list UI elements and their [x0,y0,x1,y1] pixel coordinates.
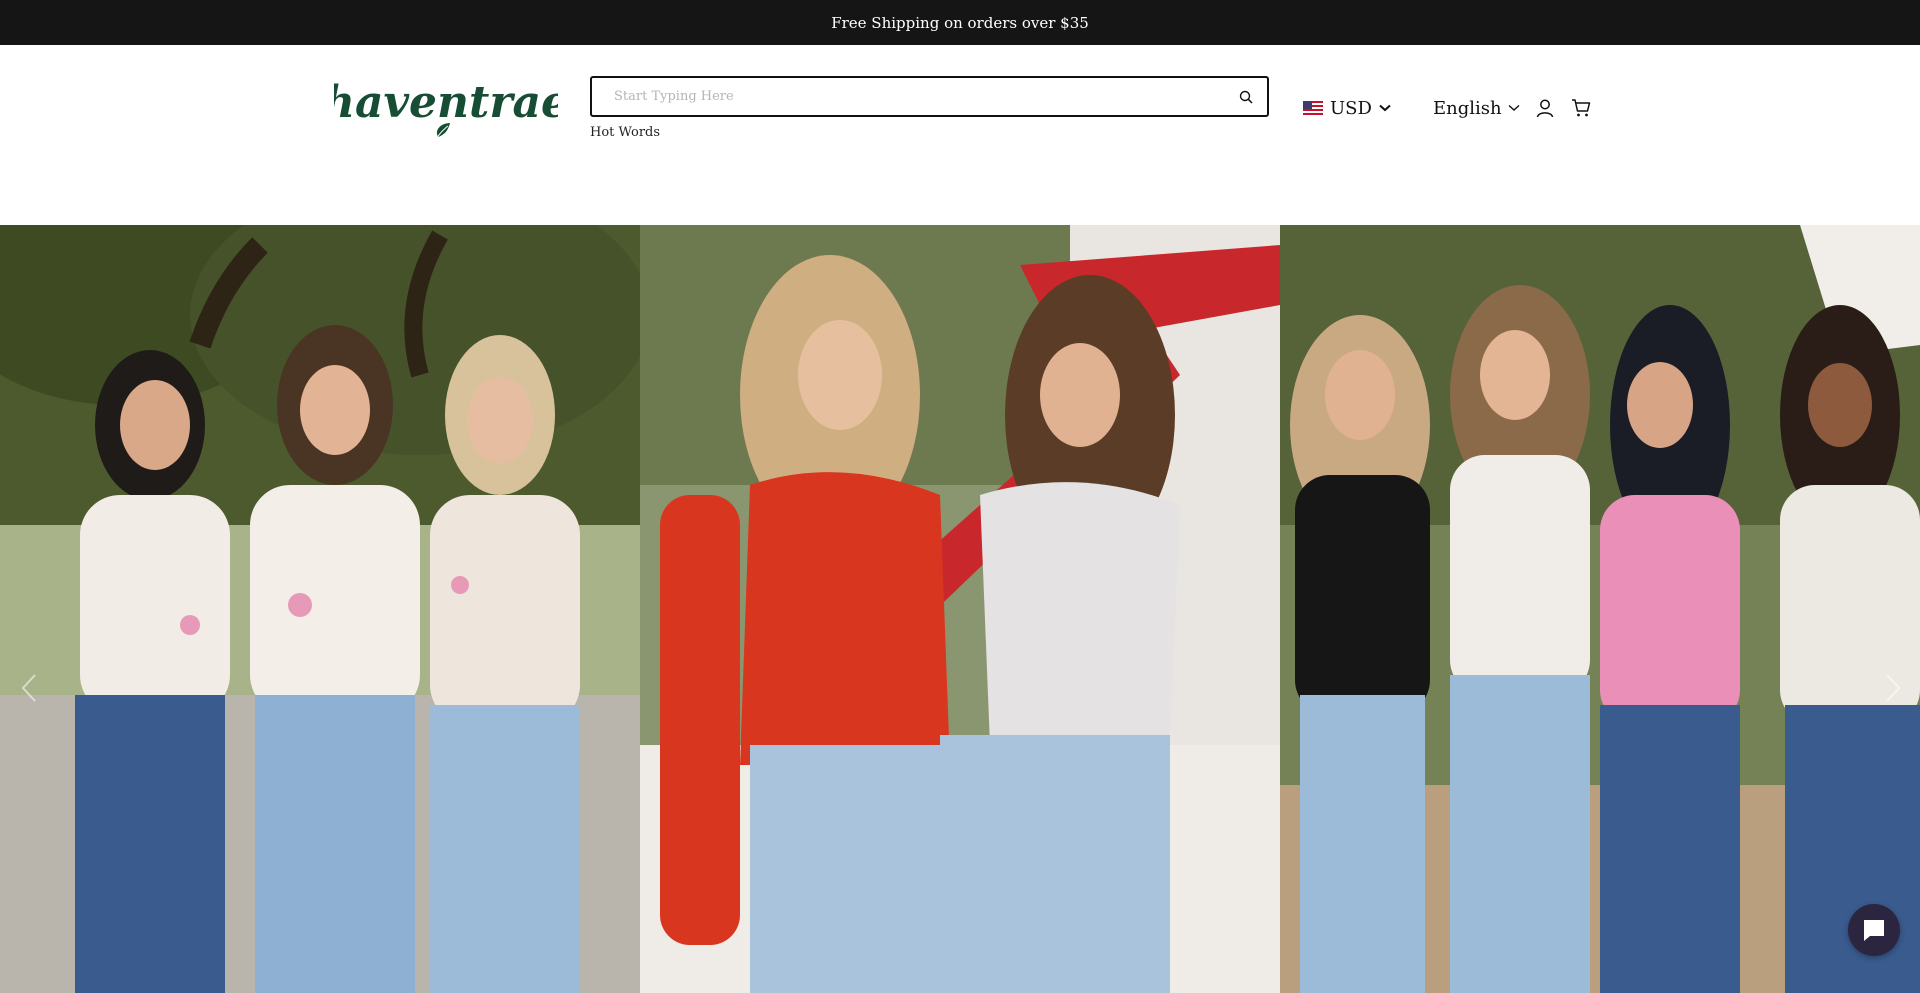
chevron-left-icon[interactable] [14,668,44,708]
chat-button[interactable] [1848,904,1900,956]
search-icon[interactable] [1235,86,1257,108]
currency-code: USD [1330,97,1372,119]
hot-words-label: Hot Words [590,125,661,140]
logo-wordmark: haventrae [334,77,558,140]
chevron-down-icon [1379,104,1391,112]
cart-icon[interactable] [1570,97,1592,119]
search-area: Hot Words [590,76,1269,140]
currency-selector[interactable]: USD [1303,95,1391,121]
language-selector[interactable]: English [1433,95,1520,121]
logo[interactable]: haventrae [334,71,558,143]
announcement-bar: Free Shipping on orders over $35 [0,0,1920,45]
search-input[interactable] [614,89,1235,104]
site-header: haventrae Hot Words USD [0,45,1920,225]
svg-text:haventrae: haventrae [334,77,558,128]
chevron-down-icon [1508,104,1520,111]
chevron-right-icon[interactable] [1878,668,1908,708]
announcement-text: Free Shipping on orders over $35 [831,13,1089,32]
hero-image-center[interactable] [640,225,1280,993]
chat-bubble-icon [1864,920,1884,941]
account-icon[interactable] [1534,97,1556,119]
hero-image-right[interactable] [1280,225,1920,993]
language-label: English [1433,97,1502,119]
hero-image-left[interactable] [0,225,640,993]
us-flag-icon [1303,101,1323,115]
search-box [590,76,1269,117]
hero-banner [0,225,1920,993]
